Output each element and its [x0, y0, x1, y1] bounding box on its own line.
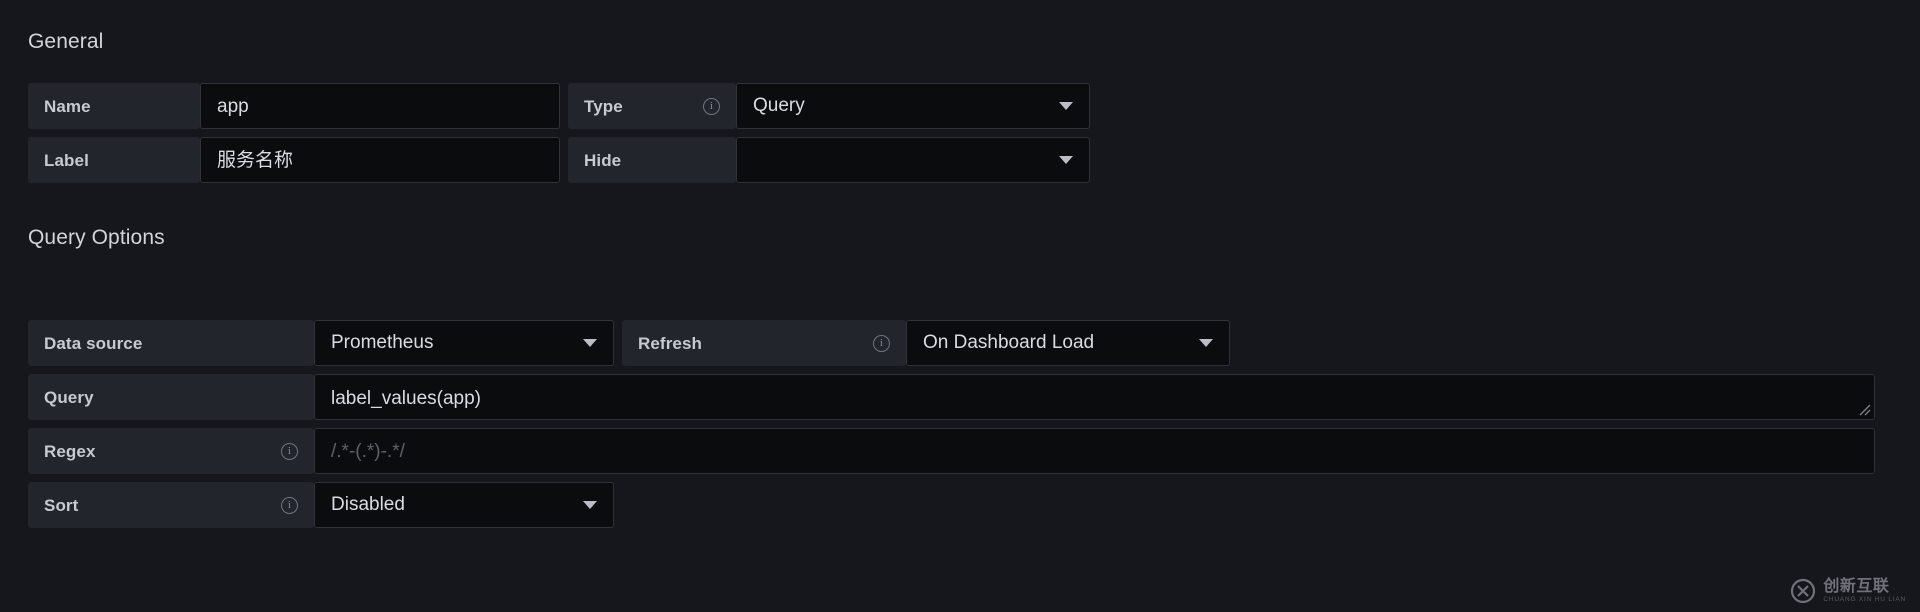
sort-select-value: Disabled	[331, 494, 405, 515]
label-field-label: Label	[28, 137, 200, 183]
label-label-text: Label	[44, 150, 89, 170]
type-select-value: Query	[753, 95, 805, 116]
label-input-value: 服务名称	[217, 149, 294, 171]
name-label-text: Name	[44, 96, 91, 116]
hide-label-text: Hide	[584, 150, 622, 170]
general-section-heading: General	[28, 30, 104, 53]
label-input[interactable]: 服务名称	[200, 137, 560, 183]
data-source-field-label: Data source	[28, 320, 314, 366]
refresh-select[interactable]: On Dashboard Load	[906, 320, 1230, 366]
general-section: Name app Type i Query Label 服务名称 Hide	[28, 83, 1090, 183]
sort-field-label: Sort i	[28, 482, 314, 528]
watermark-text: 创新互联 CHUANG XIN HU LIAN	[1823, 577, 1906, 604]
watermark-chinese-text: 创新互联	[1823, 577, 1890, 595]
regex-input[interactable]: /.*-(.*)-.*/	[314, 428, 1875, 474]
info-circle-icon[interactable]: i	[873, 334, 890, 352]
query-field-label: Query	[28, 374, 314, 420]
name-input[interactable]: app	[200, 83, 560, 129]
chevron-down-icon	[1059, 156, 1073, 164]
hide-field: Hide	[568, 137, 1090, 183]
chevron-down-icon	[583, 501, 597, 509]
chevron-down-icon	[583, 339, 597, 347]
regex-row: Regex i /.*-(.*)-.*/	[28, 428, 1875, 474]
query-label-text: Query	[44, 387, 94, 407]
query-options-section-heading: Query Options	[28, 226, 165, 249]
sort-label-text: Sort	[44, 495, 79, 515]
refresh-label-text: Refresh	[638, 333, 703, 353]
info-circle-icon[interactable]: i	[703, 97, 720, 115]
sort-select[interactable]: Disabled	[314, 482, 614, 528]
name-type-row: Name app Type i Query	[28, 83, 1090, 129]
regex-input-placeholder: /.*-(.*)-.*/	[331, 440, 405, 462]
variable-editor-page: General Name app Type i Query Label 服务名称…	[0, 0, 1920, 612]
circled-x-logo-icon	[1791, 578, 1816, 604]
chevron-down-icon	[1199, 339, 1213, 347]
name-input-value: app	[217, 95, 249, 117]
type-select[interactable]: Query	[736, 83, 1090, 129]
query-row: Query label_values(app)	[28, 374, 1875, 420]
info-circle-icon[interactable]: i	[281, 442, 298, 460]
name-field-label: Name	[28, 83, 200, 129]
data-source-field: Data source Prometheus	[28, 320, 614, 366]
data-source-label-text: Data source	[44, 333, 143, 353]
datasource-refresh-row: Data source Prometheus Refresh i On Dash…	[28, 320, 1875, 366]
type-field: Type i Query	[568, 83, 1090, 129]
refresh-field-label: Refresh i	[622, 320, 906, 366]
hide-field-label: Hide	[568, 137, 736, 183]
query-field: Query label_values(app)	[28, 374, 1875, 420]
resize-grip-icon[interactable]	[1859, 404, 1871, 416]
name-field: Name app	[28, 83, 560, 129]
regex-label-text: Regex	[44, 441, 96, 461]
hide-select[interactable]	[736, 137, 1090, 183]
query-textarea[interactable]: label_values(app)	[314, 374, 1875, 420]
label-field: Label 服务名称	[28, 137, 560, 183]
query-textarea-value: label_values(app)	[331, 388, 481, 409]
data-source-select-value: Prometheus	[331, 332, 434, 353]
regex-field: Regex i /.*-(.*)-.*/	[28, 428, 1875, 474]
info-circle-icon[interactable]: i	[281, 496, 298, 514]
watermark-pinyin-text: CHUANG XIN HU LIAN	[1823, 595, 1906, 603]
sort-row: Sort i Disabled	[28, 482, 1875, 528]
refresh-field: Refresh i On Dashboard Load	[622, 320, 1230, 366]
data-source-select[interactable]: Prometheus	[314, 320, 614, 366]
type-field-label: Type i	[568, 83, 736, 129]
sort-field: Sort i Disabled	[28, 482, 614, 528]
refresh-select-value: On Dashboard Load	[923, 332, 1095, 353]
regex-field-label: Regex i	[28, 428, 314, 474]
type-label-text: Type	[584, 96, 623, 116]
label-hide-row: Label 服务名称 Hide	[28, 137, 1090, 183]
chevron-down-icon	[1059, 102, 1073, 110]
watermark: 创新互联 CHUANG XIN HU LIAN	[1790, 578, 1906, 604]
query-options-section: Data source Prometheus Refresh i On Dash…	[28, 320, 1875, 528]
